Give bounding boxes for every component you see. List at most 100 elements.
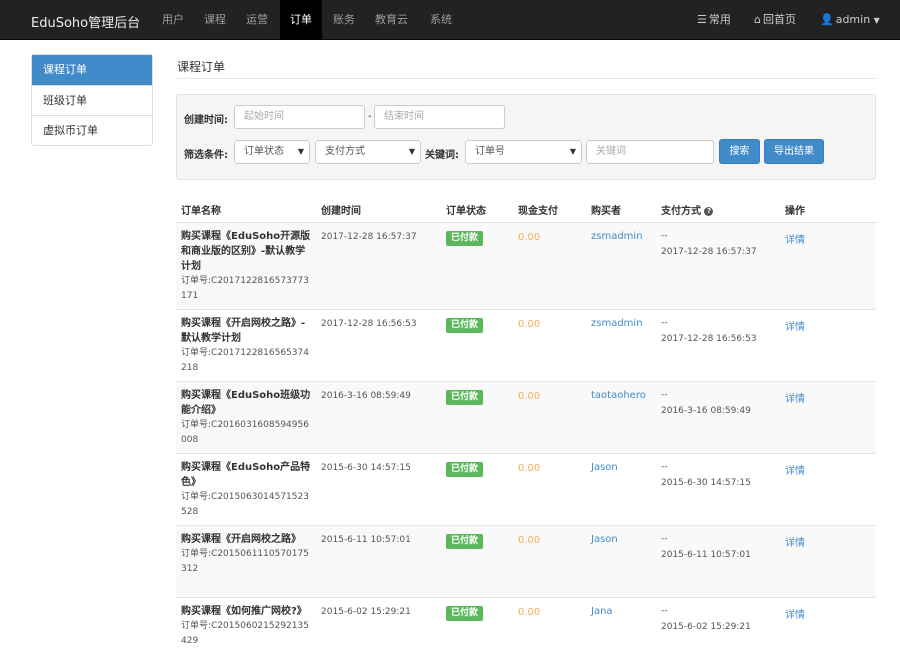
order-name[interactable]: 购买课程《如何推广网校?》 [181, 604, 311, 619]
nav-courses[interactable]: 课程 [204, 0, 226, 40]
table-row: 购买课程《EduSoho开源版和商业版的区别》-默认教学计划 订单号:C2017… [176, 223, 876, 310]
order-sn: 订单号:C2016031608594956008 [181, 418, 311, 448]
detail-link[interactable]: 详情 [785, 318, 805, 333]
nav-system[interactable]: 系统 [430, 0, 452, 40]
order-name[interactable]: 购买课程《EduSoho产品特色》 [181, 460, 311, 490]
nav-education-cloud[interactable]: 教育云 [375, 0, 408, 40]
order-sn-label: 订单号: [181, 492, 212, 502]
keyword-type-value: 订单号 [475, 146, 505, 157]
order-name[interactable]: 购买课程《开启网校之路》-默认教学计划 [181, 316, 311, 346]
keyword-type-select[interactable]: 订单号 ▼ [465, 140, 582, 164]
table-row: 购买课程《EduSoho产品特色》 订单号:C20150630145715235… [176, 454, 876, 526]
created-time: 2017-12-28 16:56:53 [321, 319, 417, 329]
order-sn-label: 订单号: [181, 621, 212, 631]
nav-home-link[interactable]: ⌂ 回首页 [754, 0, 796, 40]
order-name-cell: 购买课程《EduSoho班级功能介绍》 订单号:C201603160859495… [181, 388, 311, 448]
order-sn-label: 订单号: [181, 276, 212, 286]
detail-link[interactable]: 详情 [785, 534, 805, 549]
created-time: 2016-3-16 08:59:49 [321, 391, 411, 401]
created-time: 2015-6-30 14:57:15 [321, 463, 411, 473]
buyer-link[interactable]: zsmadmin [591, 318, 643, 329]
cash-amount: 0.00 [518, 463, 541, 474]
nav-users[interactable]: 用户 [162, 0, 184, 40]
brand-logo[interactable]: EduSoho管理后台 [31, 12, 140, 31]
cash-amount: 0.00 [518, 232, 541, 243]
info-icon[interactable]: ? [704, 206, 714, 216]
username: admin [835, 13, 871, 26]
start-time-input[interactable]: 起始时间 [234, 105, 365, 129]
table-row: 购买课程《开启网校之路》 订单号:C2015061110570175312 20… [176, 526, 876, 598]
order-name-cell: 购买课程《开启网校之路》 订单号:C2015061110570175312 [181, 532, 311, 577]
payment-time: 2015-6-11 10:57:01 [661, 550, 751, 560]
home-icon: ⌂ [754, 13, 761, 26]
status-badge: 已付款 [446, 390, 484, 405]
payment-method: -- [661, 534, 668, 544]
title-divider [177, 78, 876, 79]
status-badge: 已付款 [446, 534, 484, 549]
buyer-link[interactable]: Jason [591, 534, 618, 545]
table-row: 购买课程《如何推广网校?》 订单号:C2015060215292135429 2… [176, 598, 876, 658]
payment-method: -- [661, 318, 668, 328]
export-button[interactable]: 导出结果 [764, 139, 824, 164]
buyer-link[interactable]: zsmadmin [591, 231, 643, 242]
order-sn: 订单号:C2015060215292135429 [181, 619, 311, 649]
page-title: 课程订单 [177, 60, 226, 74]
table-row: 购买课程《开启网校之路》-默认教学计划 订单号:C201712281656537… [176, 310, 876, 382]
caret-down-icon: ▼ [408, 147, 415, 156]
caret-down-icon: ▼ [297, 147, 304, 156]
order-status-select[interactable]: 订单状态 ▼ [234, 140, 310, 164]
order-sn: 订单号:C2015061110570175312 [181, 547, 311, 577]
detail-link[interactable]: 详情 [785, 390, 805, 405]
table-row: 购买课程《EduSoho班级功能介绍》 订单号:C201603160859495… [176, 382, 876, 454]
caret-down-icon: ▼ [569, 147, 576, 156]
nav-orders[interactable]: 订单 [280, 0, 322, 40]
keyword-label: 关键词: [425, 150, 459, 161]
payment-method: -- [661, 606, 668, 616]
search-button[interactable]: 搜索 [719, 139, 760, 164]
user-menu[interactable]: 👤 admin ▼ [820, 0, 880, 40]
order-sn-label: 订单号: [181, 420, 212, 430]
cash-amount: 0.00 [518, 607, 541, 618]
col-actions: 操作 [785, 206, 805, 217]
order-name[interactable]: 购买课程《EduSoho班级功能介绍》 [181, 388, 311, 418]
nav-home-label: 回首页 [762, 13, 796, 26]
col-payment-method: 支付方式 ? [661, 202, 714, 217]
order-sn-label: 订单号: [181, 348, 212, 358]
end-time-input[interactable]: 结束时间 [374, 105, 505, 129]
chevron-down-icon: ▼ [873, 16, 880, 25]
created-time-label: 创建时间: [184, 115, 228, 126]
filter-condition-label: 筛选条件: [184, 150, 228, 161]
keyword-input[interactable]: 关键词 [586, 140, 714, 164]
buyer-link[interactable]: taotaohero [591, 390, 646, 401]
nav-operations[interactable]: 运营 [246, 0, 268, 40]
payment-time: 2017-12-28 16:57:37 [661, 247, 757, 257]
nav-common-link[interactable]: ☰ 常用 [697, 0, 731, 40]
cash-amount: 0.00 [518, 535, 541, 546]
sidebar-item-course-orders[interactable]: 课程订单 [32, 55, 152, 85]
order-name[interactable]: 购买课程《开启网校之路》 [181, 532, 311, 547]
col-payment-method-label: 支付方式 [661, 206, 701, 217]
buyer-link[interactable]: Jana [591, 606, 613, 617]
payment-time: 2015-6-30 14:57:15 [661, 478, 751, 488]
payment-time: 2016-3-16 08:59:49 [661, 406, 751, 416]
payment-method-select[interactable]: 支付方式 ▼ [315, 140, 421, 164]
status-badge: 已付款 [446, 606, 484, 621]
payment-method-value: 支付方式 [325, 146, 365, 157]
col-order-status: 订单状态 [446, 206, 486, 217]
detail-link[interactable]: 详情 [785, 462, 805, 477]
list-icon: ☰ [697, 13, 707, 26]
detail-link[interactable]: 详情 [785, 231, 805, 246]
order-name-cell: 购买课程《EduSoho产品特色》 订单号:C20150630145715235… [181, 460, 311, 520]
payment-method: -- [661, 462, 668, 472]
created-time: 2015-6-02 15:29:21 [321, 607, 411, 617]
order-sn: 订单号:C2015063014571523528 [181, 490, 311, 520]
buyer-link[interactable]: Jason [591, 462, 618, 473]
nav-finance[interactable]: 账务 [333, 0, 355, 40]
sidebar-item-coin-orders[interactable]: 虚拟币订单 [32, 115, 152, 145]
detail-link[interactable]: 详情 [785, 606, 805, 621]
order-sn: 订单号:C2017122816565374218 [181, 346, 311, 376]
order-name[interactable]: 购买课程《EduSoho开源版和商业版的区别》-默认教学计划 [181, 229, 311, 274]
sidebar-item-class-orders[interactable]: 班级订单 [32, 85, 152, 115]
nav-common-label: 常用 [708, 13, 731, 26]
payment-method: -- [661, 231, 668, 241]
